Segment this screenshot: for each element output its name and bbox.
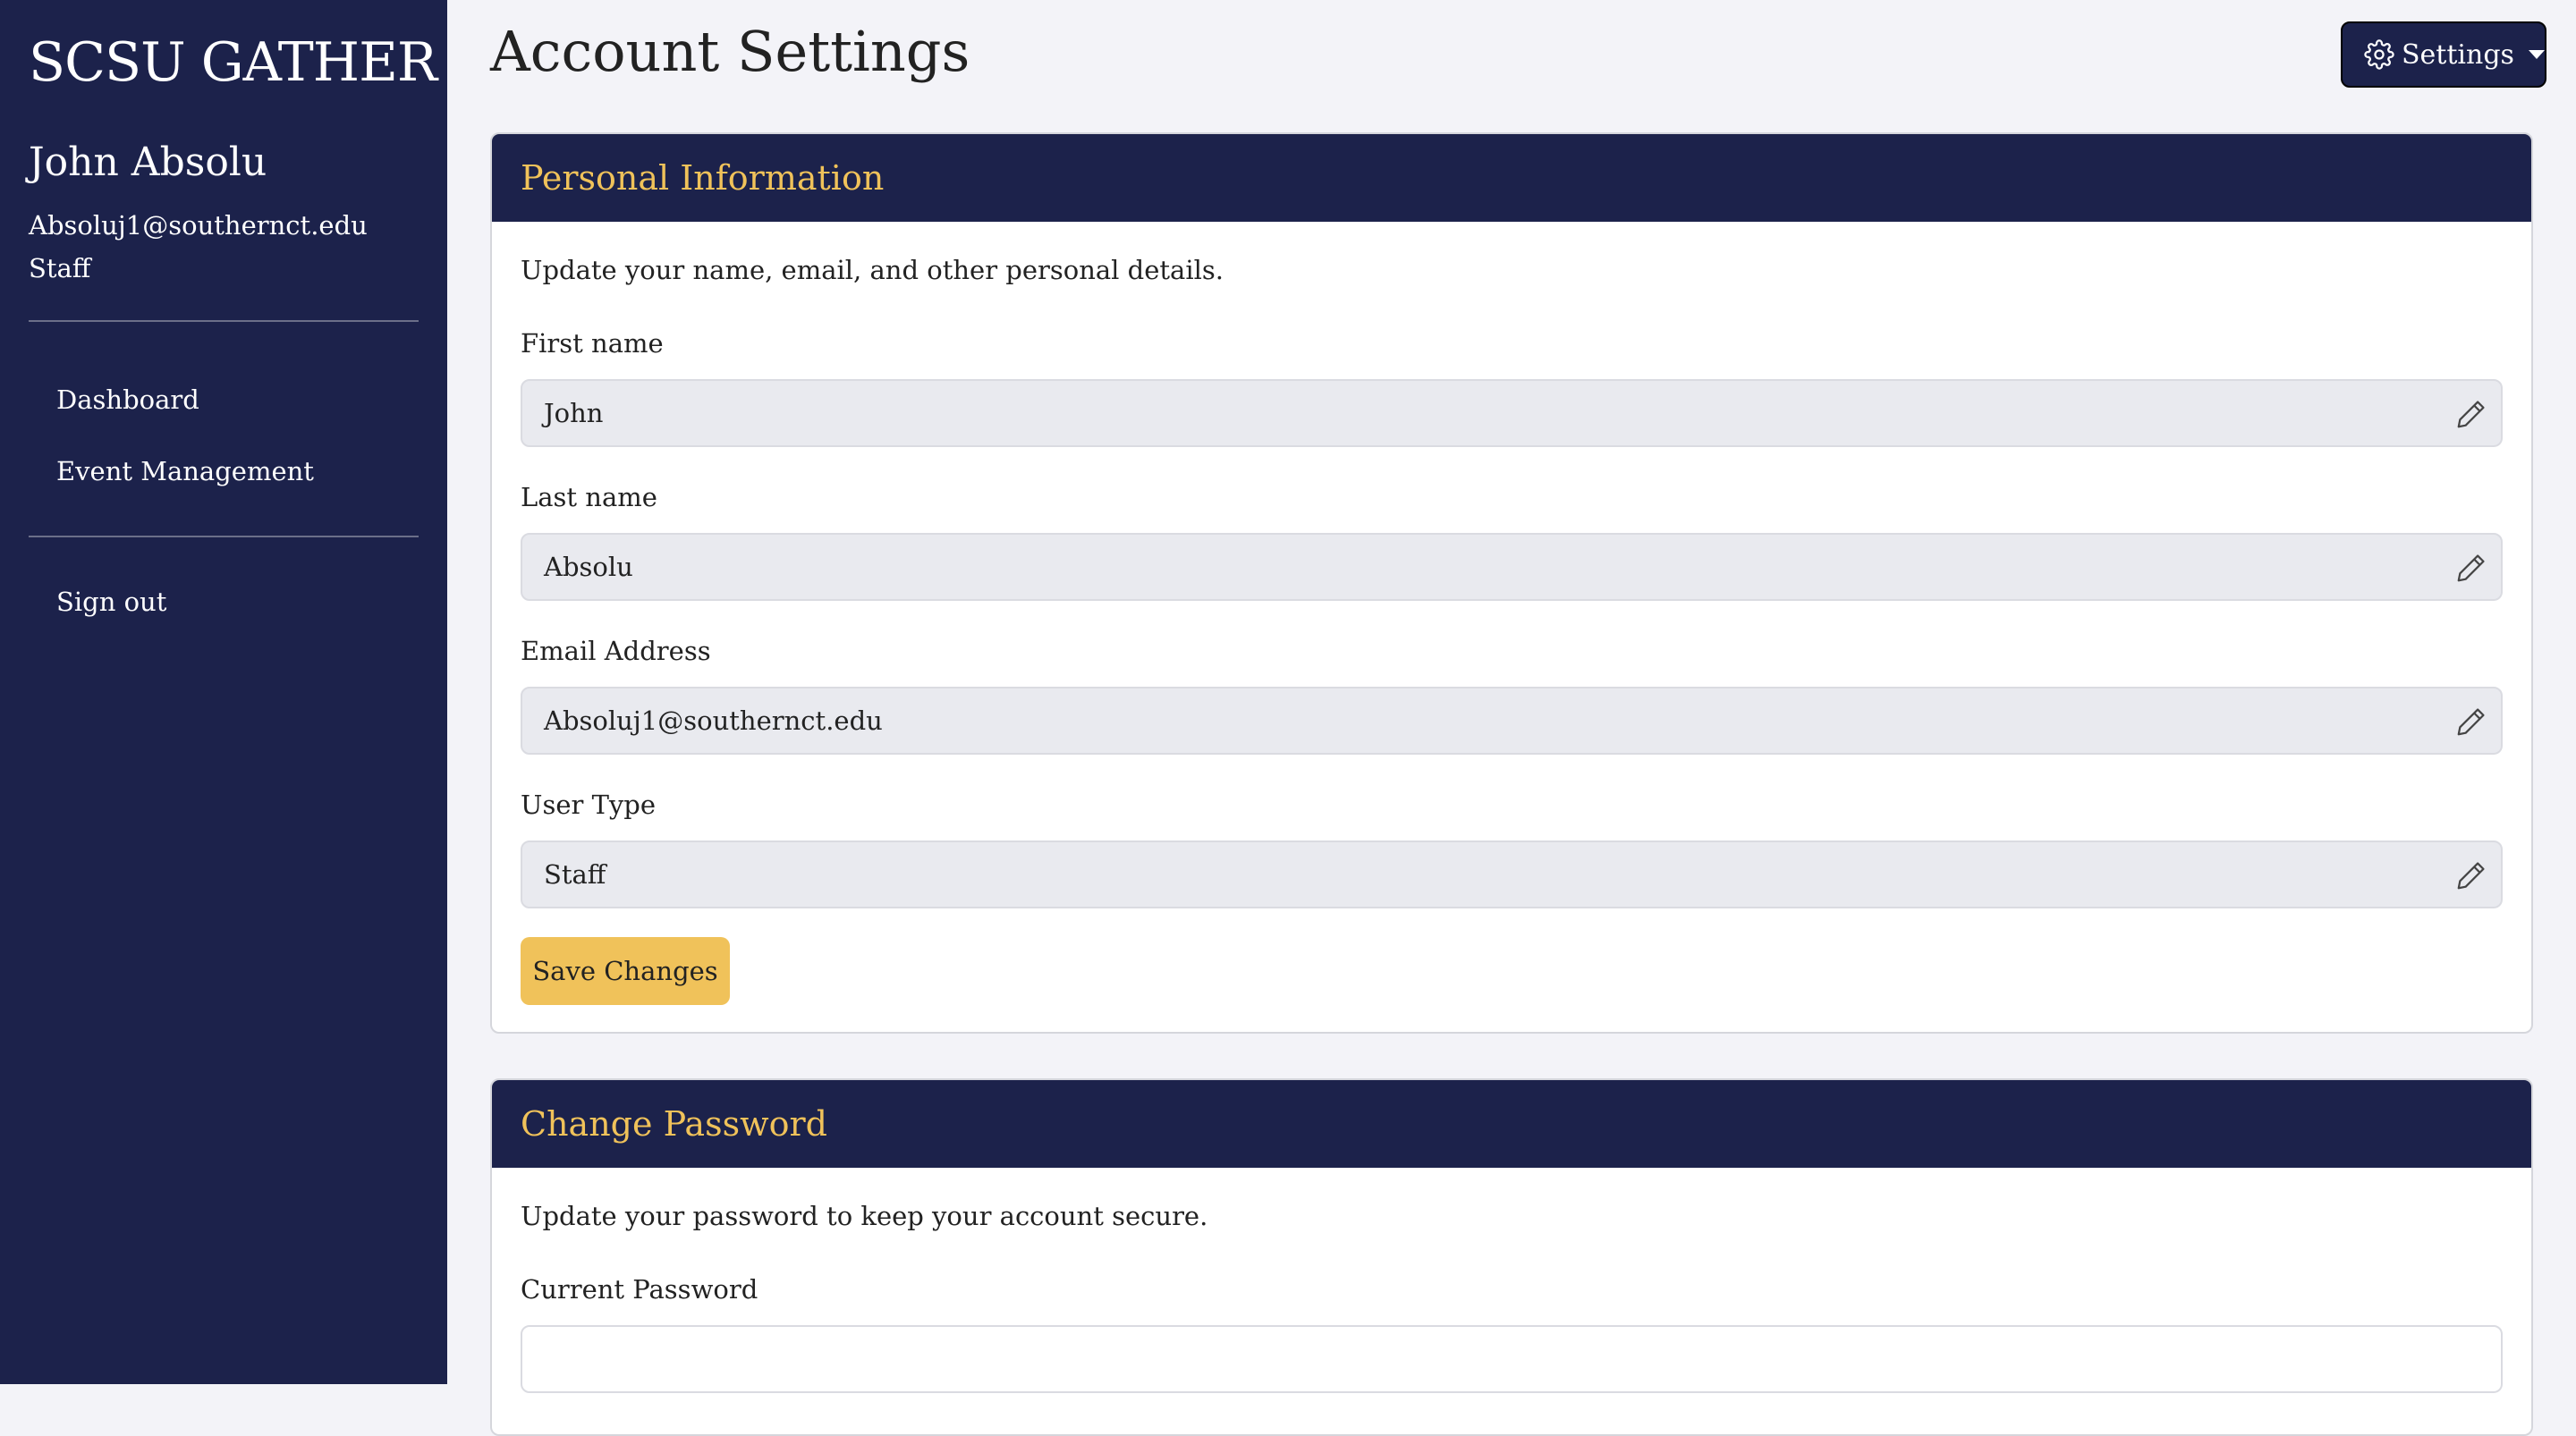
card-title: Personal Information (521, 158, 885, 198)
email-address-field[interactable]: Absoluj1@southernct.edu (521, 687, 2503, 755)
settings-button-label: Settings (2402, 38, 2514, 71)
sidebar-item-event-management[interactable]: Event Management (56, 453, 314, 489)
user-name: John Absolu (29, 139, 267, 185)
card-description: Update your name, email, and other perso… (521, 255, 1224, 285)
sidebar: SCSU GATHER John Absolu Absoluj1@souther… (0, 0, 447, 1384)
current-password-label: Current Password (521, 1274, 758, 1305)
save-changes-button[interactable]: Save Changes (521, 937, 730, 1005)
sidebar-divider (29, 536, 419, 537)
card-header: Personal Information (492, 134, 2531, 222)
user-type-field[interactable]: Staff (521, 840, 2503, 908)
card-title: Change Password (521, 1104, 827, 1144)
first-name-field[interactable]: John (521, 379, 2503, 447)
pencil-icon[interactable] (2454, 705, 2488, 739)
page-title: Account Settings (490, 19, 970, 84)
change-password-card: Change Password Update your password to … (490, 1078, 2533, 1436)
personal-information-card: Personal Information Update your name, e… (490, 132, 2533, 1034)
first-name-value: John (544, 398, 604, 428)
gear-icon (2364, 39, 2394, 70)
email-address-label: Email Address (521, 636, 711, 666)
last-name-field[interactable]: Absolu (521, 533, 2503, 601)
pencil-icon[interactable] (2454, 551, 2488, 585)
last-name-value: Absolu (544, 552, 633, 582)
card-description: Update your password to keep your accoun… (521, 1201, 1208, 1231)
user-type: Staff (29, 253, 91, 283)
sign-out-link[interactable]: Sign out (56, 584, 166, 620)
user-type-label: User Type (521, 790, 657, 820)
user-email: Absoluj1@southernct.edu (29, 210, 368, 241)
sidebar-item-dashboard[interactable]: Dashboard (56, 382, 199, 418)
settings-dropdown-button[interactable]: Settings (2341, 21, 2546, 88)
main-content: Account Settings Settings Personal Infor… (447, 0, 2576, 1436)
current-password-input[interactable] (521, 1325, 2503, 1393)
email-address-value: Absoluj1@southernct.edu (544, 705, 883, 736)
caret-down-icon (2528, 50, 2545, 59)
user-type-value: Staff (544, 859, 606, 890)
pencil-icon[interactable] (2454, 397, 2488, 431)
brand-title: SCSU GATHER (29, 31, 437, 94)
pencil-icon[interactable] (2454, 858, 2488, 892)
first-name-label: First name (521, 328, 664, 359)
last-name-label: Last name (521, 482, 657, 512)
sidebar-divider (29, 320, 419, 322)
card-header: Change Password (492, 1080, 2531, 1168)
